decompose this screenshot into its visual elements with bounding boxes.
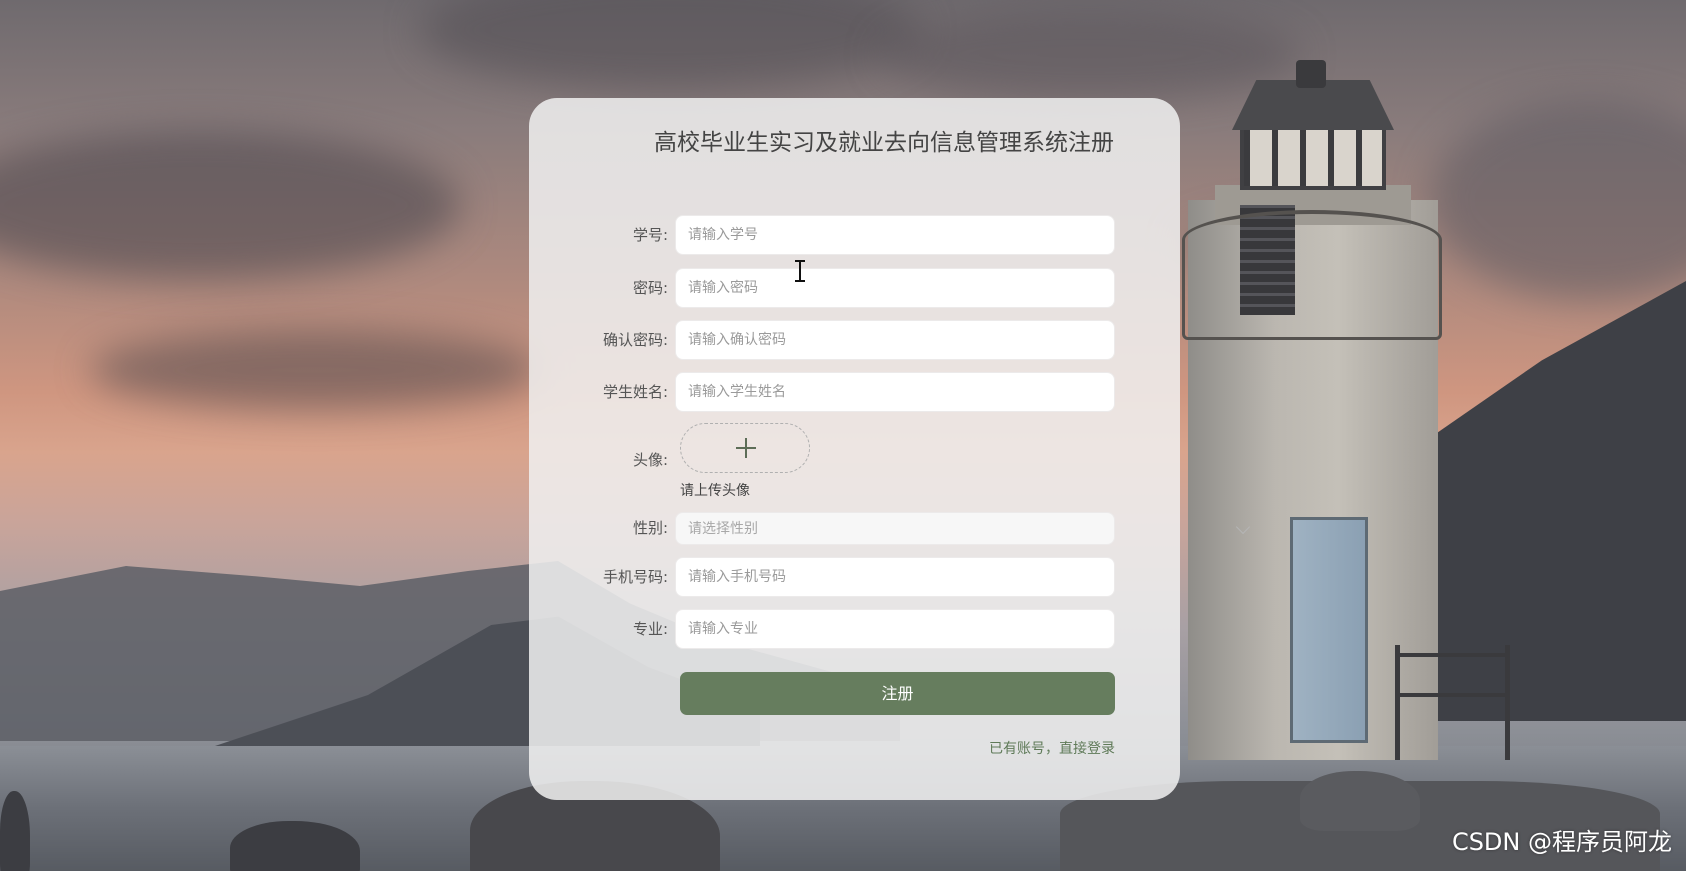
lighthouse-lantern xyxy=(1240,125,1386,190)
password-row: 密码: xyxy=(529,268,1180,308)
cloud xyxy=(880,10,1300,100)
avatar-label: 头像: xyxy=(632,451,668,469)
text-cursor-icon xyxy=(795,260,805,282)
student-id-input[interactable] xyxy=(675,215,1115,255)
lighthouse-door xyxy=(1290,517,1368,743)
register-card: 高校毕业生实习及就业去向信息管理系统注册 学号: 密码: 确认密码: 学生姓名:… xyxy=(529,98,1251,800)
major-input[interactable] xyxy=(675,609,1115,649)
student-id-row: 学号: xyxy=(529,215,1180,255)
gender-select[interactable]: 请选择性别 xyxy=(675,512,1251,545)
password-input[interactable] xyxy=(675,268,1115,308)
gender-placeholder: 请选择性别 xyxy=(688,521,758,537)
avatar-upload-hint: 请上传头像 xyxy=(680,483,750,499)
student-name-label: 学生姓名: xyxy=(602,383,668,401)
rock xyxy=(1300,771,1420,831)
confirm-password-label: 确认密码: xyxy=(602,331,668,349)
major-label: 专业: xyxy=(632,620,668,638)
lighthouse-railing xyxy=(1182,210,1442,340)
fence xyxy=(1395,645,1510,760)
plus-icon xyxy=(736,438,756,458)
student-name-row: 学生姓名: xyxy=(529,372,1180,412)
student-name-input[interactable] xyxy=(675,372,1115,412)
password-label: 密码: xyxy=(632,279,668,297)
phone-input[interactable] xyxy=(675,557,1115,597)
lighthouse-cap xyxy=(1296,60,1326,88)
register-button[interactable]: 注册 xyxy=(680,672,1115,715)
avatar-upload-button[interactable] xyxy=(680,423,810,473)
rock xyxy=(0,791,30,871)
cloud xyxy=(90,330,540,410)
gender-label: 性别: xyxy=(632,519,668,537)
gender-row: 性别: 请选择性别 xyxy=(529,512,1251,552)
page-title: 高校毕业生实习及就业去向信息管理系统注册 xyxy=(654,130,1114,156)
student-id-label: 学号: xyxy=(632,226,668,244)
login-link[interactable]: 已有账号，直接登录 xyxy=(989,738,1115,758)
phone-label: 手机号码: xyxy=(602,568,668,586)
major-row: 专业: xyxy=(529,609,1180,649)
phone-row: 手机号码: xyxy=(529,557,1180,597)
confirm-password-input[interactable] xyxy=(675,320,1115,360)
confirm-password-row: 确认密码: xyxy=(529,320,1180,360)
watermark: CSDN @程序员阿龙 xyxy=(1451,828,1672,856)
